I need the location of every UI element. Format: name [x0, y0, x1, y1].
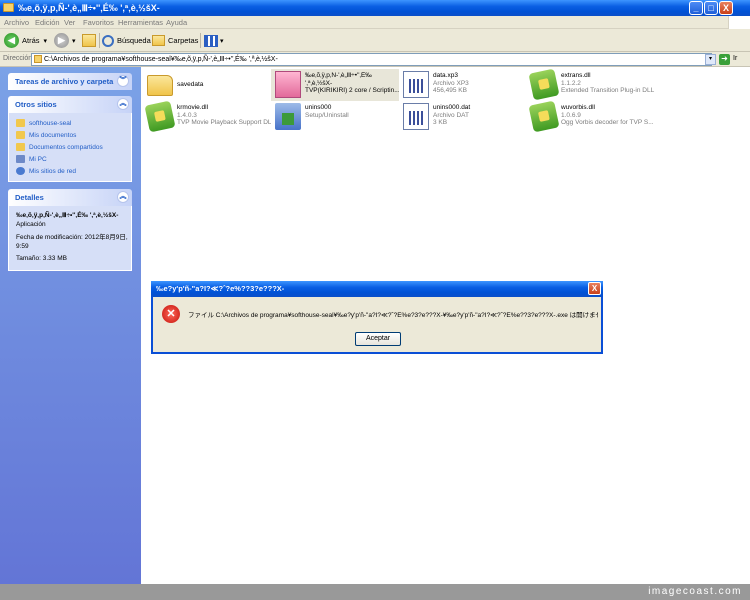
folder-icon: [34, 55, 42, 63]
sidebar-link-softhouse-seal[interactable]: softhouse-seal: [16, 117, 131, 129]
address-label: Dirección: [3, 55, 33, 62]
minimize-button[interactable]: _: [689, 1, 703, 15]
tasks-header[interactable]: Tareas de archivo y carpeta ︾: [8, 73, 132, 90]
folders-label: Carpetas: [168, 36, 199, 45]
sidebar-link-documentos-compartidos[interactable]: Documentos compartidos: [16, 141, 131, 153]
menu-bar: Archivo Edición Ver Favoritos Herramient…: [0, 16, 750, 29]
folders-icon: [152, 35, 165, 46]
error-icon: ✕: [162, 305, 180, 323]
search-button[interactable]: Búsqueda: [102, 32, 151, 49]
go-label[interactable]: Ir: [733, 55, 737, 62]
go-arrow-icon[interactable]: ➜: [719, 54, 730, 65]
file-item[interactable]: extrans.dll 1.1.2.2 Extended Transition Pl…: [527, 68, 655, 101]
collapse-chevron-icon[interactable]: ︽: [117, 98, 129, 110]
uninstall-icon: [275, 103, 301, 130]
file-item[interactable]: wuvorbis.dll 1.0.6.9 Ogg Vorbis decoder fo…: [527, 100, 655, 133]
collapse-chevron-icon[interactable]: ︽: [117, 191, 129, 203]
forward-button[interactable]: ▶ ▾: [54, 32, 76, 49]
details-panel: Detalles ︽ ‰e‚õ‚ÿ‚p‚Ñ-'‚è„Ⅲ÷•''‚É‰ ',ª‚è…: [8, 189, 132, 271]
toolbar: ◀ Atrás ▾ ▶ ▾ Búsqueda Carpetas ▾: [0, 29, 750, 52]
application-icon: [275, 71, 301, 98]
sidebar-link-mi-pc[interactable]: Mi PC: [16, 153, 131, 165]
file-item[interactable]: unins000 Setup/Uninstall: [271, 101, 399, 133]
address-value: C:\Archivos de programa¥softhouse-seal¥‰…: [44, 56, 278, 63]
dialog-titlebar[interactable]: ‰e?y'p'ñ-"a?I?≪?ˆ?e%??3?e???X- X: [151, 281, 603, 297]
maximize-button[interactable]: □: [704, 1, 718, 15]
menu-edicion[interactable]: Edición: [35, 18, 60, 27]
window-title: ‰e‚õ‚ÿ‚p‚Ñ-'‚è„Ⅲ÷•''‚É‰ ',ª‚è‚½šX-: [18, 3, 160, 13]
close-button[interactable]: X: [719, 1, 733, 15]
dll-icon: [144, 100, 176, 133]
address-bar: Dirección C:\Archivos de programa¥softho…: [0, 52, 750, 67]
dialog-close-button[interactable]: X: [588, 282, 601, 295]
details-size: Tamaño: 3.33 MB: [16, 255, 67, 262]
window-titlebar[interactable]: ‰e‚õ‚ÿ‚p‚Ñ-'‚è„Ⅲ÷•''‚É‰ ',ª‚è‚½šX- _ □ X: [0, 0, 750, 16]
sidebar-link-mis-sitios-de-red[interactable]: Mis sitios de red: [16, 165, 131, 177]
details-modified: Fecha de modificación: 2012年8月9日, 9:59: [16, 234, 128, 250]
address-dropdown-icon[interactable]: ▾: [705, 54, 716, 65]
menu-herramientas[interactable]: Herramientas: [118, 18, 163, 27]
watermark-bar: imagecoast.com: [0, 584, 750, 600]
back-label: Atrás: [22, 36, 40, 45]
back-button[interactable]: ◀ Atrás ▾: [4, 32, 47, 49]
details-body: ‰e‚õ‚ÿ‚p‚Ñ-'‚è„Ⅲ÷•''‚É‰ ',ª‚è‚½šX- Aplic…: [8, 206, 132, 271]
chevron-down-icon[interactable]: ▾: [44, 37, 48, 45]
explorer-window: ‰e‚õ‚ÿ‚p‚Ñ-'‚è„Ⅲ÷•''‚É‰ ',ª‚è‚½šX- _ □ X…: [0, 0, 750, 584]
shared-folder-icon: [16, 143, 25, 151]
file-item[interactable]: krmovie.dll 1.4.0.3 TVP Movie Playback Sup…: [143, 100, 271, 133]
search-icon: [102, 34, 114, 47]
file-item[interactable]: unins000.dat Archivo DAT 3 KB: [399, 101, 527, 133]
task-pane: Tareas de archivo y carpeta ︾ Otros siti…: [0, 67, 141, 584]
dialog-title: ‰e?y'p'ñ-"a?I?≪?ˆ?e%??3?e???X-: [156, 284, 285, 293]
up-folder-button[interactable]: [82, 32, 96, 49]
network-icon: [16, 167, 25, 175]
computer-icon: [16, 155, 25, 163]
other-places-header[interactable]: Otros sitios ︽: [8, 96, 132, 113]
search-label: Búsqueda: [117, 36, 151, 45]
dialog-message: ファイル C:\Archivos de programa¥softhouse-s…: [188, 312, 598, 319]
other-places-list: softhouse-seal Mis documentos Documentos…: [8, 113, 132, 182]
folder-icon: [16, 119, 25, 127]
tasks-panel: Tareas de archivo y carpeta ︾: [8, 73, 132, 90]
windows-logo-icon: [728, 16, 750, 29]
menu-favoritos[interactable]: Favoritos: [83, 18, 114, 27]
dll-icon: [528, 100, 560, 133]
menu-archivo[interactable]: Archivo: [4, 18, 29, 27]
back-arrow-icon: ◀: [4, 33, 19, 48]
file-item[interactable]: data.xp3 Archivo XP3 456,495 KB: [399, 69, 527, 101]
file-icon: [403, 71, 429, 98]
file-item[interactable]: savedata: [143, 69, 271, 101]
folders-button[interactable]: Carpetas: [152, 32, 198, 49]
menu-ver[interactable]: Ver: [64, 18, 75, 27]
views-button[interactable]: ▾: [204, 32, 224, 49]
expand-chevron-icon[interactable]: ︾: [117, 75, 129, 87]
details-name: ‰e‚õ‚ÿ‚p‚Ñ-'‚è„Ⅲ÷•''‚É‰ ',ª‚è‚½šX-: [16, 212, 119, 219]
chevron-down-icon[interactable]: ▾: [220, 37, 224, 45]
views-icon: [204, 34, 218, 47]
other-places-panel: Otros sitios ︽ softhouse-seal Mis docume…: [8, 96, 132, 182]
menu-ayuda[interactable]: Ayuda: [166, 18, 187, 27]
error-dialog: ‰e?y'p'ñ-"a?I?≪?ˆ?e%??3?e???X- X ✕ ファイル …: [151, 281, 603, 354]
watermark-text: imagecoast.com: [648, 586, 742, 597]
chevron-down-icon[interactable]: ▾: [72, 37, 76, 45]
folder-icon: [16, 131, 25, 139]
sidebar-link-mis-documentos[interactable]: Mis documentos: [16, 129, 131, 141]
ok-button[interactable]: Aceptar: [355, 332, 401, 346]
file-icon: [403, 103, 429, 130]
forward-arrow-icon: ▶: [54, 33, 69, 48]
folder-icon: [147, 75, 173, 96]
file-item-selected[interactable]: ‰e‚õ‚ÿ‚p‚Ñ-'‚è„Ⅲ÷•''‚É‰ ',ª‚è‚½šX- TVP(KIR…: [271, 69, 399, 101]
details-header[interactable]: Detalles ︽: [8, 189, 132, 206]
dll-icon: [528, 68, 560, 101]
folder-icon: [3, 3, 14, 12]
details-type: Aplicación: [16, 220, 46, 228]
up-folder-icon: [82, 34, 96, 47]
address-input[interactable]: C:\Archivos de programa¥softhouse-seal¥‰…: [31, 53, 712, 66]
